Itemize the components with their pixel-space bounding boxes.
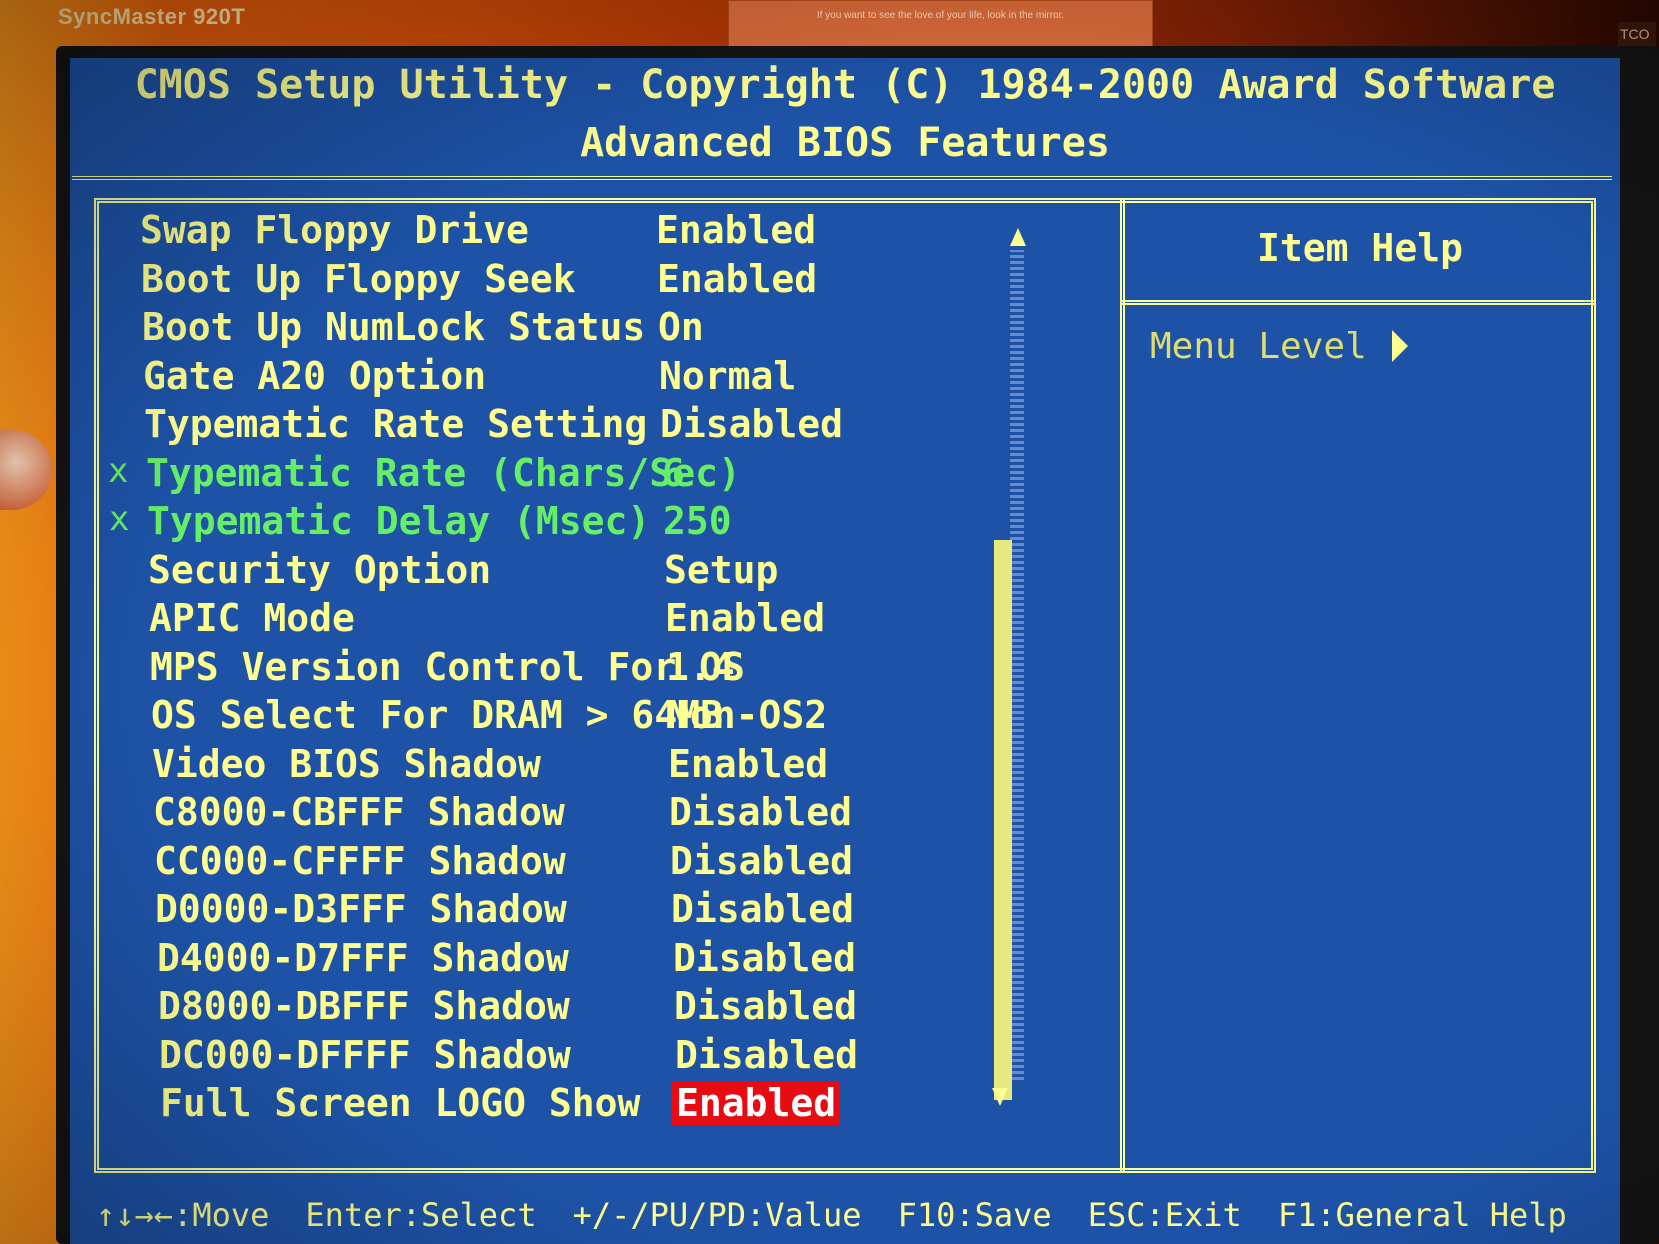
help-divider [1120,300,1596,305]
setting-value[interactable]: On [654,305,708,349]
setting-value[interactable]: Disabled [671,1033,862,1077]
setting-value[interactable]: 250 [659,499,736,543]
setting-label: D4000-D7FFF Shadow [157,936,569,980]
setting-row[interactable]: x Typematic Delay (Msec) 250 [109,499,1109,545]
setting-row[interactable]: D8000-DBFFF Shadow Disabled [120,984,1120,1030]
setting-label: D8000-DBFFF Shadow [158,984,570,1028]
setting-row[interactable]: Video BIOS Shadow Enabled [114,742,1114,788]
triangle-up-icon[interactable] [1010,228,1026,246]
key-exit-hint: ESC:Exit [1087,1196,1242,1234]
setting-row[interactable]: APIC Mode Enabled [111,596,1111,642]
key-select-hint: Enter:Select [305,1196,537,1234]
setting-label: Video BIOS Shadow [152,742,541,786]
setting-label: Typematic Delay (Msec) [147,499,651,543]
setting-value[interactable]: Disabled [670,984,861,1028]
setting-value[interactable]: Disabled [667,887,858,931]
setting-row[interactable]: CC000-CFFFF Shadow Disabled [116,839,1116,885]
key-value-hint: +/-/PU/PD:Value [572,1196,862,1234]
setting-row[interactable]: Gate A20 Option Normal [105,354,1105,400]
setting-label: Gate A20 Option [143,354,487,398]
setting-row[interactable]: MPS Version Control For OS 1.4 [112,645,1112,691]
item-help-title: Item Help [1257,226,1463,270]
monitor-brand-label: SyncMaster 920T [58,4,246,29]
setting-row[interactable]: Swap Floppy Drive Enabled [102,208,1102,254]
setting-label: Swap Floppy Drive [140,208,529,252]
bios-screen: CMOS Setup Utility - Copyright (C) 1984-… [70,58,1620,1244]
setting-value[interactable]: Disabled [669,936,860,980]
menu-level-label: Menu Level [1150,326,1367,367]
setting-label: Boot Up Floppy Seek [141,257,576,301]
setting-value[interactable]: Enabled [664,742,832,786]
setting-label: CC000-CFFFF Shadow [154,839,566,883]
setting-label: Security Option [148,548,492,592]
scrollbar-thumb[interactable] [994,540,1012,1100]
setting-locked-mark: x [109,499,130,539]
setting-value[interactable]: Normal [655,354,800,398]
key-help-bar: ↑↓→←:Move Enter:Select +/-/PU/PD:Value F… [96,1196,1616,1234]
setting-label: Full Screen LOGO Show [160,1081,641,1125]
key-save-hint: F10:Save [897,1196,1052,1234]
setting-label: D0000-D3FFF Shadow [155,887,567,931]
setting-value[interactable]: Enabled [652,208,820,252]
setting-label: Typematic Rate Setting [144,402,648,446]
bios-title: CMOS Setup Utility - Copyright (C) 1984-… [134,62,1556,108]
setting-label: APIC Mode [149,596,355,640]
setting-row[interactable]: x Typematic Rate (Chars/Sec) 6 [108,451,1108,497]
setting-row[interactable]: D0000-D3FFF Shadow Disabled [117,887,1117,933]
panel-divider [1120,198,1125,1173]
scrollbar-track[interactable] [1010,250,1024,1080]
setting-value[interactable]: Disabled [666,839,857,883]
setting-label: DC000-DFFFF Shadow [159,1033,571,1077]
triangle-down-icon[interactable] [992,1088,1008,1106]
key-help-hint: F1:General Help [1277,1196,1567,1234]
setting-label: Typematic Rate (Chars/Sec) [146,451,741,495]
setting-value[interactable]: 6 [658,451,689,495]
setting-label: C8000-CBFFF Shadow [153,790,565,834]
setting-row[interactable]: Boot Up NumLock Status On [104,305,1104,351]
setting-row[interactable]: Boot Up Floppy Seek Enabled [103,257,1103,303]
bios-subtitle: Advanced BIOS Features [580,120,1110,166]
setting-row[interactable]: Security Option Setup [110,548,1110,594]
setting-row[interactable]: Typematic Rate Setting Disabled [106,402,1106,448]
setting-value[interactable]: Non-OS2 [663,693,831,737]
key-move-hint: ↑↓→←:Move [96,1196,270,1234]
setting-label: OS Select For DRAM > 64MB [151,693,723,737]
setting-row[interactable]: D4000-D7FFF Shadow Disabled [119,936,1119,982]
setting-locked-mark: x [108,451,129,491]
setting-row[interactable]: DC000-DFFFF Shadow Disabled [121,1033,1121,1079]
triangle-right-icon [1392,330,1408,362]
setting-value[interactable]: Disabled [656,402,847,446]
header-divider [72,176,1612,180]
setting-row[interactable]: C8000-CBFFF Shadow Disabled [115,790,1115,836]
setting-value[interactable]: Enabled [661,596,829,640]
setting-row[interactable]: OS Select For DRAM > 64MB Non-OS2 [113,693,1113,739]
setting-label: MPS Version Control For OS [150,645,745,689]
setting-label: Boot Up NumLock Status [142,305,646,349]
setting-row[interactable]: Full Screen LOGO Show Enabled [122,1081,1122,1127]
setting-value[interactable]: Setup [660,548,782,592]
setting-value[interactable]: Enabled [653,257,821,301]
setting-value[interactable]: Enabled [672,1081,841,1125]
setting-value[interactable]: Disabled [665,790,856,834]
setting-value[interactable]: 1.4 [662,645,739,689]
sticky-note: If you want to see the love of your life… [728,0,1153,48]
